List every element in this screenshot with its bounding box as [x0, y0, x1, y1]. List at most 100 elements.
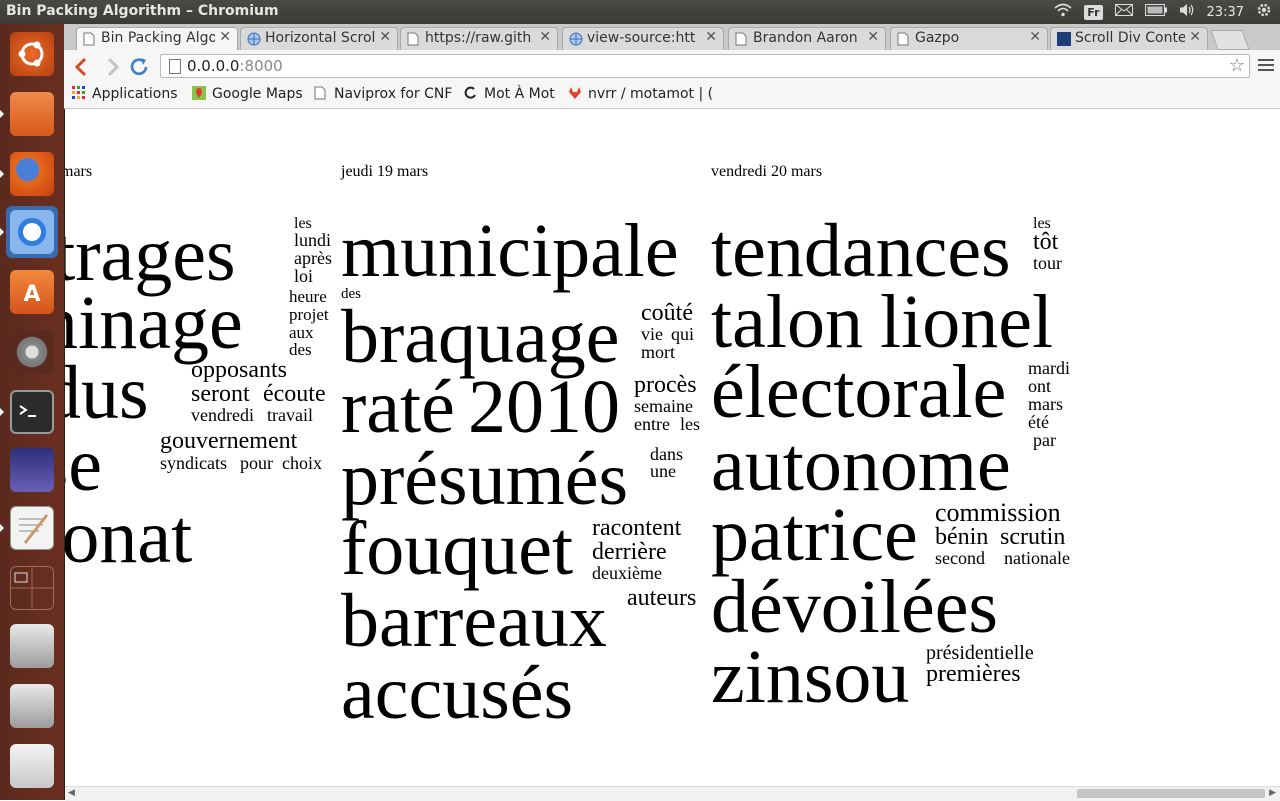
forward-button[interactable] — [100, 56, 124, 78]
page-icon — [735, 32, 749, 46]
tab-scroll-div[interactable]: Scroll Div Conte ✕ — [1050, 27, 1208, 50]
drive-button[interactable] — [6, 680, 58, 732]
tab-view-source[interactable]: view-source:htt ✕ — [562, 27, 724, 50]
dreamweaver-icon — [1057, 32, 1071, 46]
site-globe-icon — [569, 32, 583, 46]
ubuntu-dash-button[interactable] — [6, 28, 58, 80]
address-url[interactable]: 0.0.0.0:8000 — [187, 57, 283, 75]
page-icon — [83, 32, 97, 46]
mail-icon[interactable] — [1114, 4, 1133, 20]
system-top-bar: Bin Packing Algorithm – Chromium Fr 23:3… — [0, 0, 1280, 24]
firefox-button[interactable] — [0, 148, 58, 200]
page-icon — [897, 32, 911, 46]
keyboard-layout-indicator[interactable]: Fr — [1084, 4, 1103, 20]
close-icon[interactable]: ✕ — [219, 29, 231, 45]
page-icon — [407, 32, 421, 46]
address-bar[interactable]: 0.0.0.0:8000 ☆ — [160, 54, 1250, 78]
system-settings-button[interactable] — [6, 326, 58, 378]
system-settings-icon — [10, 330, 54, 374]
word: qui — [671, 324, 695, 344]
drive-button[interactable] — [6, 620, 58, 672]
word: syndicats — [160, 453, 227, 473]
word: présumés — [341, 437, 629, 521]
tab-raw-github[interactable]: https://raw.gith ✕ — [400, 27, 558, 50]
session-gear-icon[interactable] — [1256, 2, 1272, 22]
word: barreaux — [341, 579, 607, 663]
bookmark-mot-a-mot[interactable]: Mot À Mot — [464, 86, 555, 102]
unity-launcher: A — [0, 24, 65, 800]
word: lundi — [294, 230, 332, 250]
word: les — [680, 414, 700, 434]
reload-button[interactable] — [128, 56, 152, 78]
chrome-menu-button[interactable] — [1258, 56, 1274, 76]
bookmark-google-maps[interactable]: Google Maps — [192, 86, 303, 102]
forward-arrow-icon — [107, 57, 120, 77]
system-tray: Fr 23:37 — [1054, 0, 1280, 24]
word: procès — [634, 372, 697, 398]
bookmark-naviprox[interactable]: Naviprox for CNF — [314, 86, 452, 102]
text-editor-icon — [10, 506, 54, 550]
tab-label: Gazpo — [915, 30, 960, 46]
clock[interactable]: 23:37 — [1207, 5, 1244, 20]
scroll-left-icon[interactable]: ◀ — [68, 788, 75, 798]
reload-icon — [130, 58, 148, 76]
scroll-right-icon[interactable]: ▶ — [1269, 788, 1276, 798]
word: vie — [641, 324, 663, 344]
scrollbar-thumb[interactable] — [1077, 789, 1265, 798]
battery-icon[interactable] — [1144, 4, 1167, 20]
bookmark-star-icon[interactable]: ☆ — [1229, 55, 1245, 76]
software-center-button[interactable]: A — [6, 266, 58, 318]
bookmark-applications[interactable]: Applications — [72, 86, 178, 102]
word: bénin — [935, 524, 989, 550]
chromium-button[interactable] — [0, 206, 58, 258]
close-icon[interactable]: ✕ — [379, 29, 391, 45]
tab-bin-packing[interactable]: Bin Packing Algo ✕ — [76, 27, 238, 51]
tab-brandon-aaron[interactable]: Brandon Aaron ✕ — [728, 27, 886, 50]
terminal-button[interactable] — [0, 386, 58, 438]
files-button[interactable] — [0, 88, 58, 140]
word: talon — [711, 280, 863, 364]
tab-label: view-source:htt — [587, 30, 696, 46]
close-icon[interactable]: ✕ — [1029, 29, 1041, 45]
word: été — [1028, 412, 1049, 432]
text-editor-button[interactable] — [0, 502, 58, 554]
back-button[interactable] — [70, 56, 94, 78]
word: mort — [641, 342, 675, 362]
drive-icon — [10, 624, 54, 668]
close-icon[interactable]: ✕ — [1189, 29, 1201, 45]
word: accusés — [341, 651, 574, 735]
bookmark-gitlab-motamot[interactable]: nvrr / motamot | ( — [568, 86, 713, 102]
back-arrow-icon — [74, 57, 87, 77]
word: derrière — [592, 539, 667, 565]
close-icon[interactable]: ✕ — [705, 29, 717, 45]
close-icon[interactable]: ✕ — [867, 29, 879, 45]
column-heading: vendredi 20 mars — [711, 163, 823, 180]
page-info-icon[interactable] — [169, 59, 181, 74]
tab-horizontal-scroll[interactable]: Horizontal Scrol ✕ — [240, 27, 398, 50]
close-icon[interactable]: ✕ — [539, 29, 551, 45]
drive-icon — [10, 684, 54, 728]
trash-button[interactable] — [6, 740, 58, 792]
volume-icon[interactable] — [1179, 3, 1195, 21]
workspace-switcher-icon — [10, 566, 54, 610]
word: opposants — [191, 357, 287, 383]
word: braquage — [341, 295, 620, 379]
workspace-switcher-button[interactable] — [6, 562, 58, 614]
horizontal-scrollbar[interactable]: ◀ ▶ — [65, 786, 1280, 801]
word: mars — [1028, 394, 1063, 414]
word: seront — [191, 381, 250, 407]
word: auteurs — [627, 585, 697, 611]
page-content: mars bitrages les lundi après loi heure … — [65, 109, 1280, 786]
tab-gazpo[interactable]: Gazpo ✕ — [890, 27, 1048, 50]
word: électorale — [711, 350, 1007, 434]
word: vendredi — [191, 405, 254, 425]
wifi-icon[interactable] — [1054, 3, 1072, 21]
word: mardi — [1028, 358, 1070, 378]
new-tab-button[interactable] — [1210, 30, 1250, 50]
stellarium-button[interactable] — [6, 444, 58, 496]
firefox-icon — [10, 152, 54, 196]
word: heure — [289, 287, 327, 306]
bookmarks-bar: Applications Google Maps Naviprox for CN… — [64, 84, 1280, 109]
page-icon — [314, 86, 328, 100]
word: projet — [289, 305, 329, 324]
